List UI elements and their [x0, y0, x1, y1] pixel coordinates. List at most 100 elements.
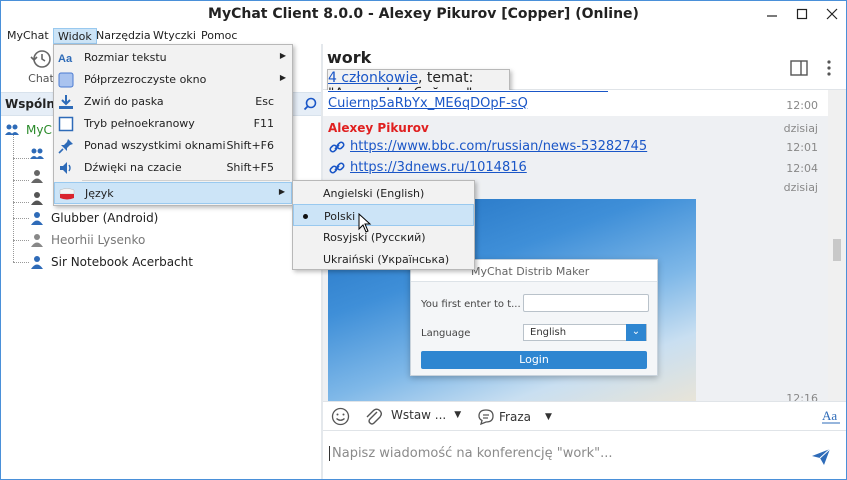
language-label: Polski — [324, 210, 356, 223]
tree-line — [13, 202, 29, 203]
menu-item-language[interactable]: Język ▶ — [54, 182, 292, 204]
menu-narzedzia[interactable]: Narzędzia — [92, 28, 155, 44]
scrollbar-thumb[interactable] — [833, 239, 841, 261]
attach-icon[interactable] — [364, 407, 382, 427]
mouse-cursor-icon — [358, 213, 372, 233]
send-icon[interactable] — [811, 448, 831, 466]
contact-sir-notebook[interactable]: Sir Notebook Acerbacht — [29, 252, 193, 272]
submenu-arrow-icon: ▶ — [279, 73, 286, 82]
message-time: 12:01 — [786, 141, 818, 154]
compose-toolbar: Wstaw ... ▼ Fraza ▼ Aa — [323, 401, 846, 431]
message-time: 12:00 — [786, 99, 818, 112]
clipped-link — [328, 90, 608, 92]
menu-wtyczki[interactable]: Wtyczki — [149, 28, 200, 44]
tree-item-user[interactable] — [29, 166, 51, 186]
tree-root[interactable]: MyC — [4, 120, 52, 140]
message-row: https://www.bbc.com/russian/news-5328274… — [323, 136, 828, 156]
link-icon — [329, 141, 345, 153]
dropdown-arrow-icon: ▼ — [454, 410, 462, 420]
svg-text:Aa: Aa — [822, 408, 837, 423]
view-menu: Aa Rozmiar tekstu ▶ Półprzezroczyste okn… — [53, 44, 293, 206]
menu-item-transparent[interactable]: Półprzezroczyste okno ▶ — [54, 69, 292, 91]
menu-item-label: Półprzezroczyste okno — [84, 73, 207, 86]
transparent-window-icon — [58, 72, 74, 88]
sidebar-toggle-icon[interactable] — [790, 60, 808, 76]
message-scrollbar[interactable] — [828, 90, 846, 401]
message-link[interactable]: Cuiernp5aRbYx_ME6qDOpF-sQ — [328, 96, 528, 111]
minimize-tray-icon — [59, 95, 73, 109]
close-button[interactable] — [817, 3, 846, 25]
menu-item-shortcut: F11 — [253, 117, 274, 130]
message-author-row: Alexey Pikurov dzisiaj — [323, 118, 828, 136]
contact-glubber[interactable]: Glubber (Android) — [29, 208, 158, 228]
message-time: 12:16 — [786, 392, 818, 401]
message-link[interactable]: https://3dnews.ru/1014816 — [350, 160, 527, 175]
menu-item-label: Tryb pełnoekranowy — [84, 117, 195, 130]
room-name: work — [327, 48, 372, 67]
speaker-icon — [60, 162, 71, 174]
user-online-icon — [31, 256, 43, 269]
text-format-icon[interactable]: Aa — [822, 408, 840, 424]
emoji-icon[interactable] — [331, 407, 350, 426]
menu-item-label: Dźwięki na czacie — [84, 161, 182, 174]
members-link[interactable]: 4 członkowie — [328, 70, 418, 86]
tree-line — [13, 218, 29, 219]
menu-item-shortcut: Shift+F6 — [226, 139, 274, 152]
message-link[interactable]: https://www.bbc.com/russian/news-5328274… — [350, 139, 647, 154]
insert-label: Wstaw ... — [391, 408, 447, 422]
tree-line — [13, 134, 14, 262]
selected-bullet-icon — [303, 214, 308, 219]
menu-bar: MyChat Widok Narzędzia Wtyczki Pomoc — [1, 28, 846, 44]
language-item-polish[interactable]: Polski — [293, 204, 474, 226]
menu-item-minimize[interactable]: Zwiń do paska Esc — [54, 91, 292, 113]
app-window: MyChat Client 8.0.0 - Alexey Pikurov [Co… — [0, 0, 847, 480]
menu-widok[interactable]: Widok — [53, 28, 97, 44]
language-label: Rosyjski (Русский) — [323, 231, 426, 244]
menu-pomoc[interactable]: Pomoc — [197, 28, 241, 44]
menu-item-label: Rozmiar tekstu — [84, 51, 167, 64]
language-submenu: Angielski (English) Polski Rosyjski (Рус… — [292, 180, 475, 270]
chat-header: work 4 członkowie, temat: "Ахтунг! Арбай… — [323, 44, 846, 159]
tree-item-user[interactable] — [29, 188, 51, 208]
user-online-icon — [31, 212, 43, 225]
message-author[interactable]: Alexey Pikurov — [328, 121, 429, 135]
minimize-icon — [767, 15, 777, 17]
chevron-down-icon: ⌄ — [626, 324, 646, 341]
message-row: Cuiernp5aRbYx_ME6qDOpF-sQ 12:00 — [323, 90, 828, 116]
pin-icon — [58, 139, 73, 154]
dialog-first-label: You first enter to t... — [421, 299, 521, 310]
dialog-login-button: Login — [421, 351, 647, 369]
menu-item-always-on-top[interactable]: Ponad wszystkimi oknami Shift+F6 — [54, 135, 292, 157]
contact-heorhii[interactable]: Heorhii Lysenko — [29, 230, 145, 250]
message-input-area[interactable]: Napisz wiadomość na konferencję "work"..… — [323, 432, 846, 479]
fullscreen-icon — [58, 116, 74, 132]
dialog-input — [523, 294, 649, 312]
maximize-button[interactable] — [787, 3, 817, 25]
menu-item-text-size[interactable]: Aa Rozmiar tekstu ▶ — [54, 47, 292, 69]
search-icon[interactable] — [303, 97, 317, 111]
user-icon — [31, 192, 43, 205]
language-item-ukrainian[interactable]: Ukraiński (Українська) — [293, 248, 474, 270]
message-input[interactable]: Napisz wiadomość na konferencję "work"..… — [329, 446, 613, 461]
language-item-russian[interactable]: Rosyjski (Русский) — [293, 226, 474, 248]
language-label: Angielski (English) — [323, 187, 425, 200]
close-icon — [826, 8, 838, 20]
minimize-button[interactable] — [757, 3, 787, 25]
insert-button[interactable]: Wstaw ... ▼ — [391, 408, 461, 422]
menu-mychat[interactable]: MyChat — [3, 28, 53, 44]
menu-item-fullscreen[interactable]: Tryb pełnoekranowy F11 — [54, 113, 292, 135]
phrase-button[interactable]: Fraza ▼ — [477, 408, 552, 426]
menu-item-shortcut: Esc — [255, 95, 274, 108]
flag-icon — [59, 188, 75, 200]
language-item-english[interactable]: Angielski (English) — [293, 182, 474, 204]
contact-name: Heorhii Lysenko — [51, 233, 146, 247]
tree-line — [13, 240, 29, 241]
title-bar: MyChat Client 8.0.0 - Alexey Pikurov [Co… — [1, 1, 846, 28]
more-options-icon[interactable] — [826, 60, 832, 76]
tree-item-group[interactable] — [29, 144, 51, 164]
group-icon — [30, 148, 44, 159]
menu-item-label: Zwiń do paska — [84, 95, 164, 108]
menu-item-sounds[interactable]: Dźwięki na czacie Shift+F5 — [54, 157, 292, 179]
phrase-icon — [478, 409, 494, 426]
day-label: dzisiaj — [783, 181, 818, 194]
